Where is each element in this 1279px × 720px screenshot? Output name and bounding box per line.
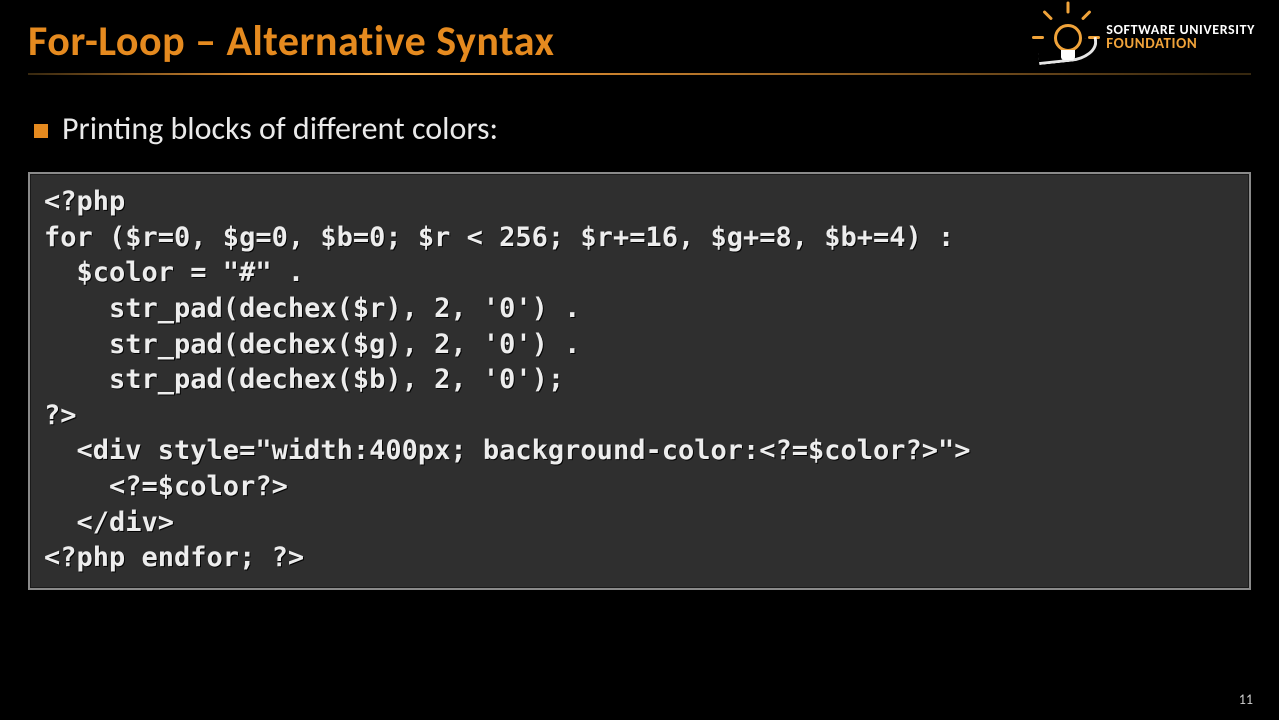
code-content: <?php for ($r=0, $g=0, $b=0; $r < 256; $…	[44, 184, 1235, 576]
bullet-text: Printing blocks of different colors:	[62, 109, 498, 148]
brand-logo: SOFTWARE UNIVERSITY FOUNDATION	[1040, 10, 1255, 66]
brand-line2: FOUNDATION	[1106, 37, 1255, 52]
title-underline	[28, 73, 1251, 75]
code-block: <?php for ($r=0, $g=0, $b=0; $r < 256; $…	[28, 172, 1251, 590]
slide: SOFTWARE UNIVERSITY FOUNDATION For-Loop …	[0, 0, 1279, 720]
lightbulb-icon	[1040, 10, 1096, 66]
bullet-item: Printing blocks of different colors:	[34, 109, 1251, 148]
page-number: 11	[1239, 691, 1253, 708]
brand-text: SOFTWARE UNIVERSITY FOUNDATION	[1106, 23, 1255, 53]
bullet-marker-icon	[34, 124, 48, 138]
